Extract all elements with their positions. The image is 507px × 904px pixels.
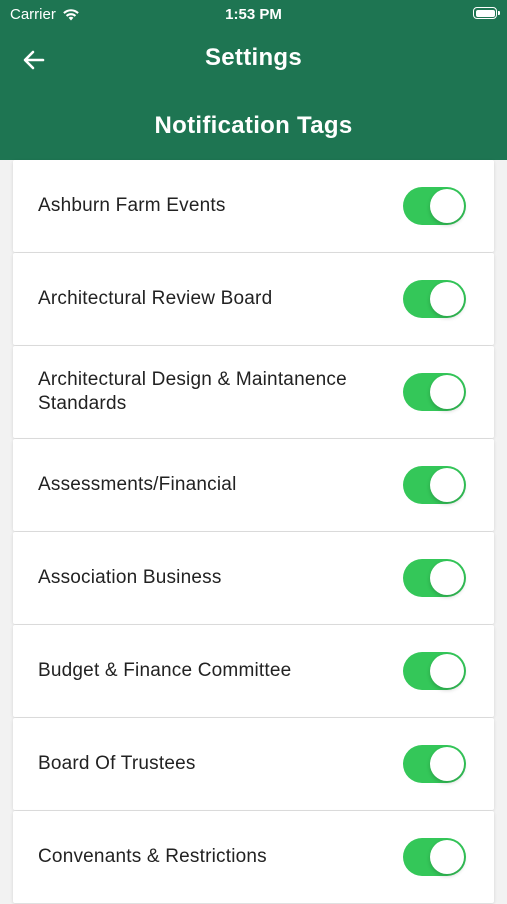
tag-label: Assessments/Financial xyxy=(38,474,237,495)
tag-label: Association Business xyxy=(38,567,222,588)
toggle-knob xyxy=(430,375,464,409)
toggle-knob xyxy=(430,561,464,595)
tag-toggle[interactable] xyxy=(403,373,466,411)
tag-toggle[interactable] xyxy=(403,280,466,318)
toggle-knob xyxy=(430,282,464,316)
tag-toggle[interactable] xyxy=(403,187,466,225)
tag-row: Assessments/Financial xyxy=(13,439,494,531)
tag-row: Convenants & Restrictions xyxy=(13,811,494,903)
notification-tags-list: Ashburn Farm Events Architectural Review… xyxy=(13,160,494,904)
tag-toggle[interactable] xyxy=(403,559,466,597)
toggle-knob xyxy=(430,189,464,223)
tag-toggle[interactable] xyxy=(403,652,466,690)
tag-toggle[interactable] xyxy=(403,466,466,504)
tag-row: Architectural Review Board xyxy=(13,253,494,345)
tag-label: Architectural Review Board xyxy=(38,288,273,309)
page-title: Settings xyxy=(204,44,303,71)
tag-label: Budget & Finance Committee xyxy=(38,660,292,681)
tag-label: Architectural Design & Maintanence Stand… xyxy=(38,369,347,414)
tag-row: Budget & Finance Committee xyxy=(13,625,494,717)
toggle-knob xyxy=(430,840,464,874)
status-time: 1:53 PM xyxy=(225,6,282,23)
tag-toggle[interactable] xyxy=(403,838,466,876)
section-title: Notification Tags xyxy=(154,112,353,139)
tag-row: Ashburn Farm Events xyxy=(13,160,494,252)
toggle-knob xyxy=(430,747,464,781)
toggle-knob xyxy=(430,654,464,688)
tag-row: Association Business xyxy=(13,532,494,624)
app-header: Carrier 1:53 PM Settings Notification Ta… xyxy=(0,0,507,160)
battery-icon xyxy=(473,7,500,19)
tag-toggle[interactable] xyxy=(403,745,466,783)
toggle-knob xyxy=(430,468,464,502)
tag-label: Ashburn Farm Events xyxy=(38,195,226,216)
tag-label: Board Of Trustees xyxy=(38,753,196,774)
status-bar: Carrier 1:53 PM xyxy=(0,0,507,28)
tag-label: Convenants & Restrictions xyxy=(38,846,267,867)
tag-row: Board Of Trustees xyxy=(13,718,494,810)
tag-row: Architectural Design & Maintanence Stand… xyxy=(13,346,494,438)
